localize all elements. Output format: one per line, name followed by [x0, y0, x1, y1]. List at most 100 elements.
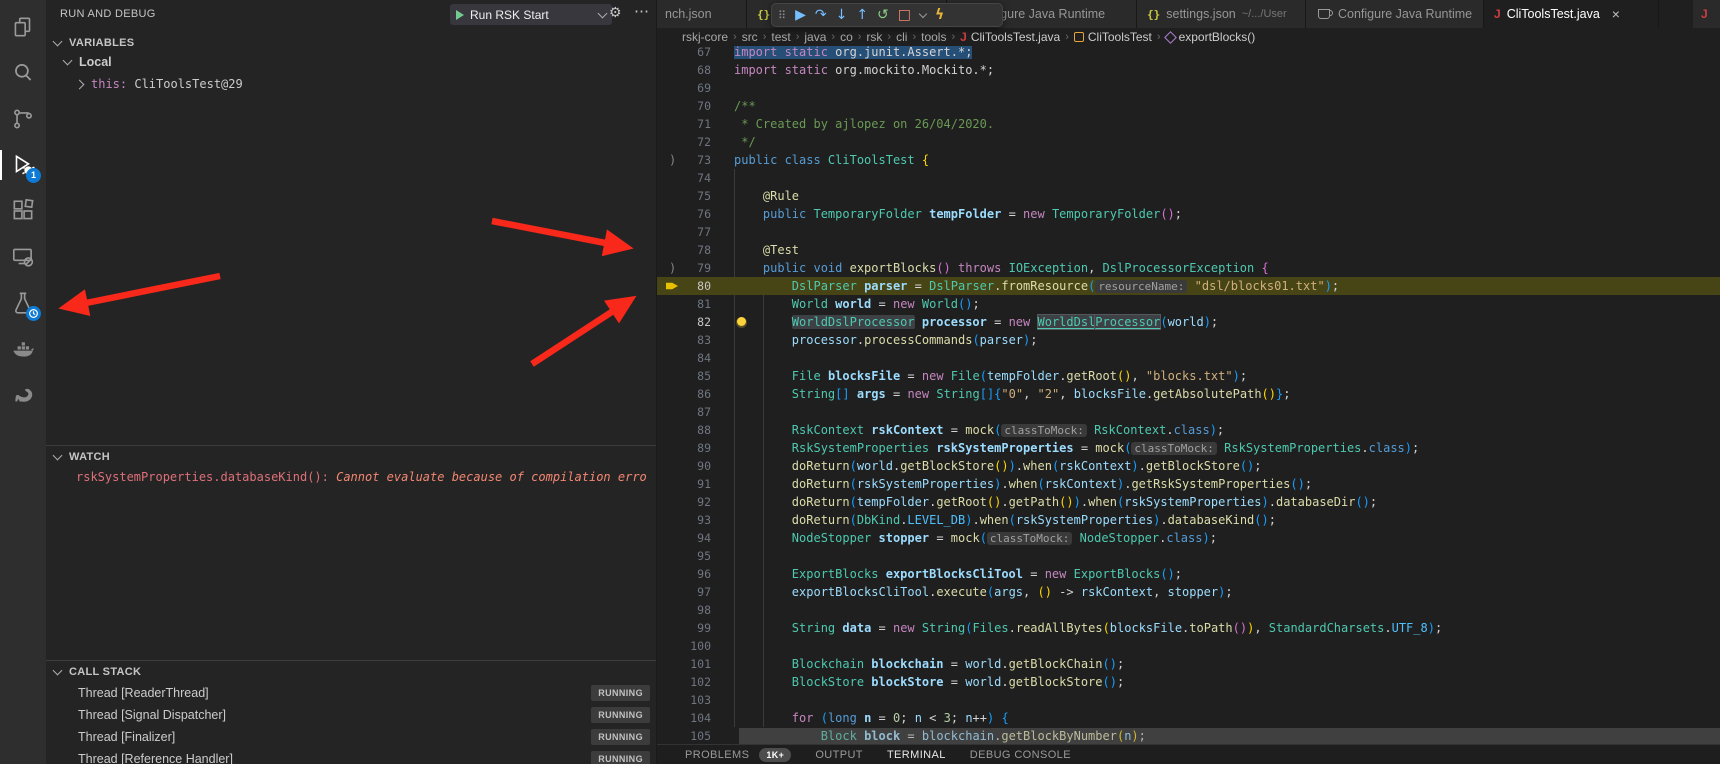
code-text[interactable]: Blockchain blockchain = world.getBlockCh…: [734, 655, 1124, 673]
variables-scope-local[interactable]: Local: [64, 55, 112, 69]
code-line-67[interactable]: 67 import static org.junit.Assert.*;: [657, 46, 1720, 61]
search-icon[interactable]: [8, 58, 38, 88]
line-number[interactable]: 76: [677, 205, 711, 223]
code-text[interactable]: @Test: [734, 241, 799, 259]
code-text[interactable]: doReturn(world.getBlockStore()).when(rsk…: [734, 457, 1262, 475]
code-line-68[interactable]: 68import static org.mockito.Mockito.*;: [657, 61, 1720, 79]
line-number[interactable]: 104: [677, 709, 711, 727]
code-line-81[interactable]: 81 World world = new World();: [657, 295, 1720, 313]
line-number[interactable]: 77: [677, 223, 711, 241]
line-number[interactable]: 82: [677, 313, 711, 331]
code-text[interactable]: String[] args = new String[]{"0", "2", b…: [734, 385, 1290, 403]
line-number[interactable]: 73: [677, 151, 711, 169]
call-stack-thread[interactable]: Thread [Reference Handler]RUNNING: [78, 752, 656, 764]
line-number[interactable]: 85: [677, 367, 711, 385]
line-number[interactable]: 84: [677, 349, 711, 367]
code-line-80[interactable]: 80 DslParser parser = DslParser.fromReso…: [657, 277, 1720, 295]
code-text[interactable]: public void exportBlocks() throws IOExce…: [734, 259, 1269, 277]
code-text[interactable]: WorldDslProcessor processor = new WorldD…: [734, 313, 1218, 331]
code-text[interactable]: public class CliToolsTest {: [734, 151, 929, 169]
gutter-fold-icon[interactable]: ): [669, 259, 676, 277]
line-number[interactable]: 88: [677, 421, 711, 439]
tab-output[interactable]: OUTPUT: [815, 749, 863, 761]
code-line-74[interactable]: 74: [657, 169, 1720, 187]
code-line-72[interactable]: 72 */: [657, 133, 1720, 151]
breadcrumb-item[interactable]: java: [804, 30, 826, 44]
line-number[interactable]: 80: [677, 277, 711, 295]
toolbar-drag-grip[interactable]: ⠿: [778, 10, 786, 21]
code-line-69[interactable]: 69: [657, 79, 1720, 97]
tab-problems[interactable]: PROBLEMS: [685, 749, 749, 761]
variables-section-header[interactable]: VARIABLES: [46, 32, 656, 54]
code-text[interactable]: RskSystemProperties rskSystemProperties …: [734, 439, 1419, 458]
code-text[interactable]: import static org.junit.Assert.*;: [734, 46, 972, 61]
code-text[interactable]: ExportBlocks exportBlocksCliTool = new E…: [734, 565, 1182, 583]
code-line-75[interactable]: 75 @Rule: [657, 187, 1720, 205]
line-number[interactable]: 89: [677, 439, 711, 457]
breadcrumb-class[interactable]: CliToolsTest: [1074, 30, 1152, 44]
line-number[interactable]: 70: [677, 97, 711, 115]
editor-tab-nch.json[interactable]: nch.json: [657, 0, 747, 28]
code-line-105[interactable]: 105 Block block = blockchain.getBlockByN…: [657, 727, 1720, 744]
code-line-77[interactable]: 77: [657, 223, 1720, 241]
line-number[interactable]: 100: [677, 637, 711, 655]
editor-tab-settings.json[interactable]: {}settings.json~/.../User: [1137, 0, 1306, 28]
horizontal-scrollbar[interactable]: [739, 728, 1720, 744]
code-text[interactable]: */: [734, 133, 756, 151]
code-line-97[interactable]: 97 exportBlocksCliTool.execute(args, () …: [657, 583, 1720, 601]
extensions-icon[interactable]: [8, 196, 38, 226]
line-number[interactable]: 98: [677, 601, 711, 619]
explorer-icon[interactable]: [8, 12, 38, 42]
call-stack-thread[interactable]: Thread [Signal Dispatcher]RUNNING: [78, 708, 656, 722]
code-line-78[interactable]: 78 @Test: [657, 241, 1720, 259]
code-text[interactable]: String data = new String(Files.readAllBy…: [734, 619, 1442, 637]
code-area[interactable]: 67 import static org.junit.Assert.*;68imp…: [657, 46, 1720, 744]
line-number[interactable]: 90: [677, 457, 711, 475]
breadcrumb-item[interactable]: rskj-core: [682, 30, 728, 44]
line-number[interactable]: 75: [677, 187, 711, 205]
continue-icon[interactable]: ▶: [795, 8, 806, 22]
gutter-fold-icon[interactable]: ): [669, 151, 676, 169]
code-line-88[interactable]: 88 RskContext rskContext = mock(classToM…: [657, 421, 1720, 439]
tab-debug-console[interactable]: DEBUG CONSOLE: [970, 749, 1071, 761]
code-line-94[interactable]: 94 NodeStopper stopper = mock(classToMoc…: [657, 529, 1720, 547]
breadcrumb-item[interactable]: src: [742, 30, 758, 44]
code-line-73[interactable]: 73) public class CliToolsTest {: [657, 151, 1720, 169]
call-stack-thread[interactable]: Thread [Finalizer]RUNNING: [78, 730, 656, 744]
testing-icon[interactable]: [8, 288, 38, 318]
code-line-96[interactable]: 96 ExportBlocks exportBlocksCliTool = ne…: [657, 565, 1720, 583]
line-number[interactable]: 79: [677, 259, 711, 277]
code-line-89[interactable]: 89 RskSystemProperties rskSystemProperti…: [657, 439, 1720, 457]
code-text[interactable]: public TemporaryFolder tempFolder = new …: [734, 205, 1182, 223]
line-number[interactable]: 96: [677, 565, 711, 583]
call-stack-section-header[interactable]: CALL STACK: [46, 660, 656, 683]
line-number[interactable]: 81: [677, 295, 711, 313]
line-number[interactable]: 69: [677, 79, 711, 97]
line-number[interactable]: 105: [677, 727, 711, 744]
code-line-100[interactable]: 100: [657, 637, 1720, 655]
code-line-82[interactable]: 82 WorldDslProcessor processor = new Wor…: [657, 313, 1720, 331]
code-line-83[interactable]: 83 processor.processCommands(parser);: [657, 331, 1720, 349]
gear-icon[interactable]: ⚙: [609, 4, 622, 21]
watch-section-header[interactable]: WATCH: [46, 445, 656, 468]
line-number[interactable]: 93: [677, 511, 711, 529]
code-text[interactable]: doReturn(DbKind.LEVEL_DB).when(rskSystem…: [734, 511, 1276, 529]
line-number[interactable]: 92: [677, 493, 711, 511]
code-text[interactable]: World world = new World();: [734, 295, 980, 313]
code-text[interactable]: processor.processCommands(parser);: [734, 331, 1038, 349]
code-line-84[interactable]: 84: [657, 349, 1720, 367]
line-number[interactable]: 74: [677, 169, 711, 187]
line-number[interactable]: 91: [677, 475, 711, 493]
line-number[interactable]: 95: [677, 547, 711, 565]
code-text[interactable]: BlockStore blockStore = world.getBlockSt…: [734, 673, 1124, 691]
code-line-90[interactable]: 90 doReturn(world.getBlockStore()).when(…: [657, 457, 1720, 475]
breadcrumb-method[interactable]: exportBlocks(): [1166, 30, 1256, 44]
code-line-70[interactable]: 70 /**: [657, 97, 1720, 115]
code-text[interactable]: /**: [734, 97, 756, 115]
code-line-93[interactable]: 93 doReturn(DbKind.LEVEL_DB).when(rskSys…: [657, 511, 1720, 529]
line-number[interactable]: 97: [677, 583, 711, 601]
line-number[interactable]: 67: [677, 46, 711, 61]
gradle-icon[interactable]: [8, 380, 38, 410]
code-text[interactable]: @Rule: [734, 187, 799, 205]
editor-tab-Configure Java Runtime[interactable]: Configure Java Runtime: [1306, 0, 1484, 28]
